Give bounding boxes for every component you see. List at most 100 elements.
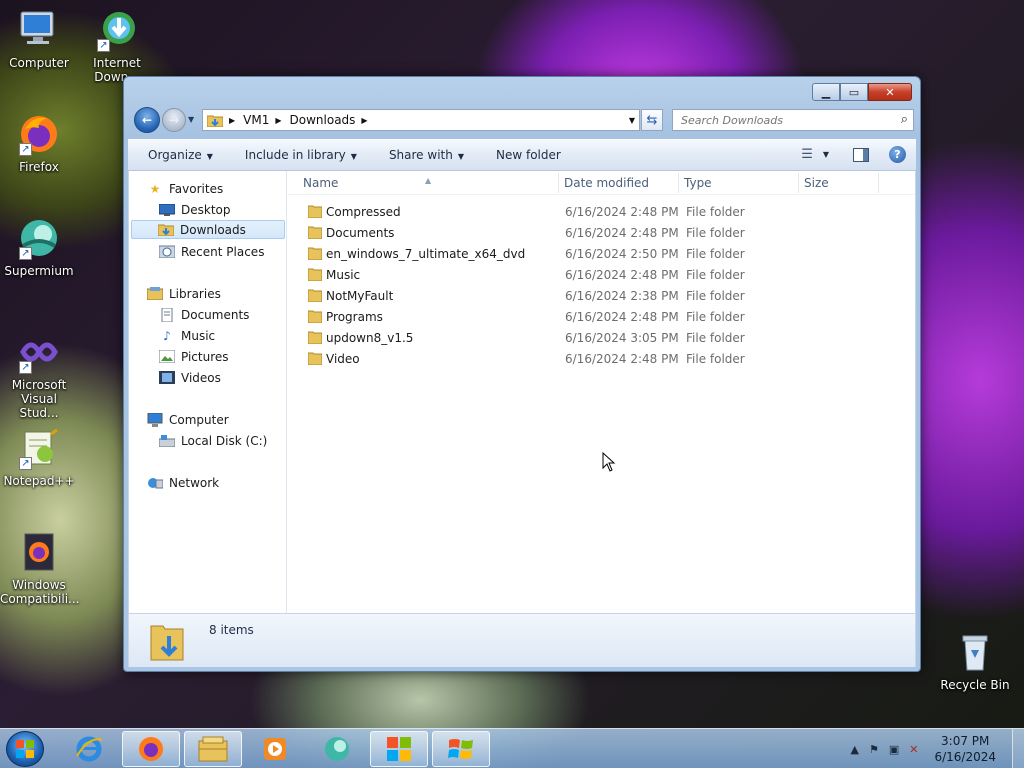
nav-documents[interactable]: Documents — [159, 305, 249, 324]
windows-logo-icon — [16, 740, 34, 758]
start-button[interactable] — [6, 731, 44, 767]
folder-icon — [308, 289, 322, 302]
include-in-library-button[interactable]: Include in library ▼ — [245, 148, 357, 162]
nav-label: Favorites — [169, 181, 224, 196]
nav-desktop[interactable]: Desktop — [159, 200, 231, 219]
command-bar: Organize ▼ Include in library ▼ Share with… — [128, 139, 916, 171]
taskbar-supermium[interactable] — [308, 731, 366, 767]
change-view-icon[interactable]: ☰ — [801, 147, 813, 162]
file-row[interactable]: Video 6/16/2024 2:48 PM File folder — [288, 348, 915, 369]
taskbar-internet-explorer[interactable] — [60, 731, 118, 767]
file-row[interactable]: Programs 6/16/2024 2:48 PM File folder — [288, 306, 915, 327]
nav-recent-places[interactable]: Recent Places — [159, 242, 264, 261]
file-date-modified: 6/16/2024 2:38 PM — [565, 289, 679, 303]
preview-pane-icon[interactable] — [853, 147, 869, 162]
nav-pictures[interactable]: Pictures — [159, 347, 229, 366]
chevron-down-icon: ▼ — [206, 152, 213, 161]
back-button[interactable]: ← — [134, 107, 160, 133]
shortcut-arrow-icon: ↗ — [19, 457, 32, 470]
music-note-icon: ♪ — [163, 328, 171, 343]
search-icon[interactable]: ⌕ — [901, 112, 908, 127]
nav-favorites[interactable]: ★ Favorites — [147, 179, 224, 198]
nav-network[interactable]: Network — [147, 473, 219, 492]
maximize-button[interactable]: ▭ — [840, 83, 868, 101]
column-separator[interactable] — [798, 173, 799, 193]
column-separator[interactable] — [678, 173, 679, 193]
desktop-icon-recycle-bin[interactable]: Recycle Bin — [936, 630, 1014, 692]
taskbar-media-player[interactable] — [246, 731, 304, 767]
breadcrumb-separator-icon[interactable]: ▶ — [275, 116, 281, 125]
help-icon[interactable]: ? — [889, 146, 906, 163]
minimize-button[interactable]: ▁ — [812, 83, 840, 101]
column-header-date-modified[interactable]: Date modified — [564, 176, 649, 190]
taskbar-windows-flag-app[interactable] — [432, 731, 490, 767]
column-separator[interactable] — [878, 173, 879, 193]
folder-icon — [308, 352, 322, 365]
folder-icon — [308, 310, 322, 323]
desktop-icon-windows-compatibility[interactable]: Windows Compatibili... — [0, 530, 80, 606]
nav-label: Music — [181, 328, 216, 343]
taskbar-windows-app[interactable] — [370, 731, 428, 767]
file-name: Programs — [326, 310, 383, 324]
column-header-name[interactable]: Name — [303, 176, 338, 190]
nav-label: Pictures — [181, 349, 229, 364]
file-type: File folder — [686, 247, 745, 261]
desktop-icon-supermium[interactable]: ↗ Supermium — [0, 216, 78, 278]
nav-label: Downloads — [180, 222, 246, 237]
search-input[interactable] — [681, 113, 881, 127]
explorer-window[interactable]: ▁ ▭ ✕ ← → ▼ ▶ VM1 ▶ Downloads ▶ ▼ ⇆ Sear… — [123, 76, 921, 672]
firefox-icon: ↗ — [17, 112, 61, 156]
taskbar-windows-explorer[interactable] — [184, 731, 242, 767]
forward-button[interactable]: → — [162, 108, 186, 132]
organize-button[interactable]: Organize ▼ — [148, 148, 213, 162]
recent-pages-dropdown[interactable]: ▼ — [188, 115, 194, 124]
share-with-button[interactable]: Share with ▼ — [389, 148, 464, 162]
column-separator[interactable] — [558, 173, 559, 193]
breadcrumb-separator-icon[interactable]: ▶ — [361, 116, 367, 125]
star-icon: ★ — [149, 181, 161, 196]
desktop-icon-internet-download[interactable]: ↗ Internet Down... — [78, 8, 156, 84]
file-row[interactable]: updown8_v1.5 6/16/2024 3:05 PM File fold… — [288, 327, 915, 348]
column-header-size[interactable]: Size — [804, 176, 829, 190]
nav-music[interactable]: ♪ Music — [159, 326, 215, 345]
file-date-modified: 6/16/2024 2:48 PM — [565, 352, 679, 366]
address-dropdown-icon[interactable]: ▼ — [629, 116, 635, 125]
nav-label: Documents — [181, 307, 250, 322]
close-button[interactable]: ✕ — [868, 83, 912, 101]
desktop-icon-firefox[interactable]: ↗ Firefox — [0, 112, 78, 174]
file-row[interactable]: Documents 6/16/2024 2:48 PM File folder — [288, 222, 915, 243]
nav-downloads[interactable]: Downloads — [131, 220, 285, 239]
show-hidden-icons-icon[interactable]: ▲ — [851, 743, 859, 756]
action-center-flag-icon[interactable]: ⚑ — [869, 743, 879, 756]
volume-muted-icon[interactable]: ✕ — [909, 743, 918, 756]
file-type: File folder — [686, 289, 745, 303]
libraries-icon — [147, 287, 163, 301]
breadcrumb-vm1[interactable]: VM1 — [243, 113, 269, 127]
file-row[interactable]: Compressed 6/16/2024 2:48 PM File folder — [288, 201, 915, 222]
show-desktop-button[interactable] — [1012, 729, 1024, 768]
nav-videos[interactable]: Videos — [159, 368, 221, 387]
navigation-pane: ★ Favorites Desktop Downloads Recent Pla… — [129, 171, 287, 613]
desktop-icon-notepad-plus-plus[interactable]: ↗ Notepad++ — [0, 426, 78, 488]
desktop-icon-computer[interactable]: Computer — [0, 8, 78, 70]
new-folder-button[interactable]: New folder — [496, 148, 561, 162]
taskbar-firefox[interactable] — [122, 731, 180, 767]
column-header-type[interactable]: Type — [684, 176, 712, 190]
file-row[interactable]: en_windows_7_ultimate_x64_dvd 6/16/2024 … — [288, 243, 915, 264]
more-views-dropdown[interactable]: ▼ — [823, 150, 829, 159]
network-icon[interactable]: ▣ — [889, 743, 899, 756]
desktop-icon — [159, 203, 175, 217]
address-bar[interactable]: ▶ VM1 ▶ Downloads ▶ ▼ — [202, 109, 640, 131]
nav-computer[interactable]: Computer — [147, 410, 229, 429]
desktop-icon-label: Windows Compatibili... — [0, 578, 80, 606]
file-row[interactable]: NotMyFault 6/16/2024 2:38 PM File folder — [288, 285, 915, 306]
refresh-button[interactable]: ⇆ — [641, 109, 663, 131]
breadcrumb-downloads[interactable]: Downloads — [290, 113, 356, 127]
file-row[interactable]: Music 6/16/2024 2:48 PM File folder — [288, 264, 915, 285]
nav-libraries[interactable]: Libraries — [147, 284, 221, 303]
search-box[interactable]: ⌕ — [672, 109, 914, 131]
file-name: Music — [326, 268, 361, 282]
desktop-icon-visual-studio[interactable]: ↗ Microsoft Visual Stud... — [0, 330, 78, 420]
clock[interactable]: 3:07 PM 6/16/2024 — [934, 733, 996, 765]
nav-local-disk[interactable]: Local Disk (C:) — [159, 431, 267, 450]
